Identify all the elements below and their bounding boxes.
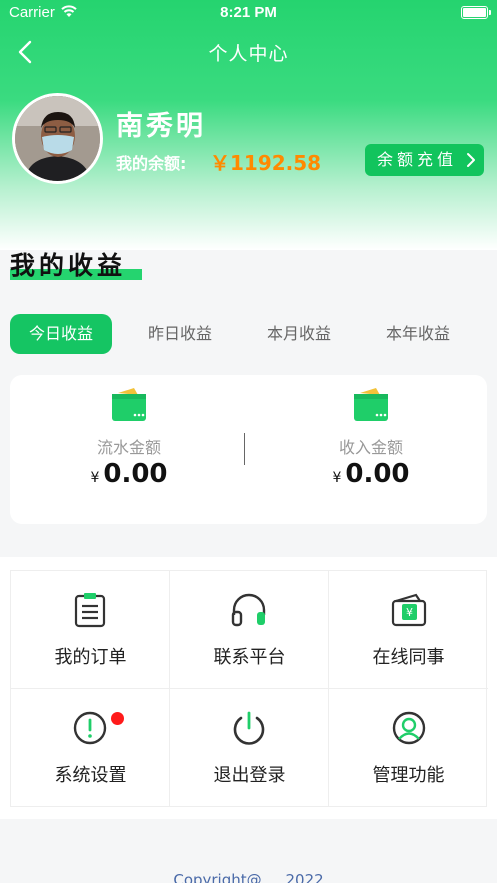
earnings-item-flow: 流水金额 ¥0.00 [10,375,248,524]
function-menu: 我的订单 联系平台 ¥ 在线同事 系统设置 退出登录 管理功能 [0,557,497,819]
wallet-yen-icon: ¥ [391,593,426,627]
alert-icon [73,711,107,745]
tab-today[interactable]: 今日收益 [10,314,112,354]
flow-amount-value: ¥0.00 [90,459,168,489]
tab-this-year[interactable]: 本年收益 [367,314,469,354]
page-title: 个人中心 [208,43,289,65]
clock: 8:21 PM [220,4,277,21]
menu-item-system-settings[interactable]: 系统设置 [11,689,170,807]
balance-value: ￥1192.58 [210,151,322,175]
menu-item-label: 在线同事 [372,647,445,668]
wallet-icon [354,388,388,421]
earnings-item-income: 收入金额 ¥0.00 [252,375,490,524]
svg-text:¥: ¥ [406,606,413,619]
wallet-icon [112,388,146,421]
copyright-footer: Copyright@ ... 2022 [173,871,324,883]
avatar-photo-icon [15,96,100,181]
clipboard-icon [74,593,106,628]
menu-item-label: 联系平台 [213,647,286,668]
menu-item-online-colleagues[interactable]: ¥ 在线同事 [329,571,488,689]
headset-icon [231,593,266,627]
tab-yesterday[interactable]: 昨日收益 [129,314,231,354]
nav-bar: 个人中心 [0,30,497,74]
menu-item-label: 退出登录 [213,765,286,786]
power-icon [233,711,265,745]
menu-item-label: 我的订单 [54,647,127,668]
earnings-card: 流水金额 ¥0.00 收入金额 ¥0.00 [10,375,487,524]
menu-grid: 我的订单 联系平台 ¥ 在线同事 系统设置 退出登录 管理功能 [10,570,488,807]
divider [244,433,245,465]
recharge-label: 余额充值 [377,150,458,169]
user-icon [392,711,425,745]
battery-icon [461,6,491,19]
notification-badge [111,712,124,725]
menu-item-admin-functions[interactable]: 管理功能 [329,689,488,807]
status-bar: Carrier 8:21 PM [0,0,497,26]
balance-label: 我的余额: [116,154,187,173]
earnings-section-title: 我的收益 [10,246,142,282]
recharge-button[interactable]: 余额充值 [365,144,484,176]
tab-this-month[interactable]: 本月收益 [248,314,350,354]
income-amount-value: ¥0.00 [332,459,410,489]
chevron-right-icon [467,153,475,167]
avatar[interactable] [12,93,103,184]
user-name: 南秀明 [116,111,206,142]
menu-item-orders[interactable]: 我的订单 [11,571,170,689]
earnings-tabs: 今日收益 昨日收益 本月收益 本年收益 [10,314,487,356]
menu-item-label: 管理功能 [372,765,445,786]
flow-amount-label: 流水金额 [96,438,161,457]
menu-item-label: 系统设置 [54,765,127,786]
menu-item-logout[interactable]: 退出登录 [170,689,329,807]
income-amount-label: 收入金额 [338,438,403,457]
menu-item-contact-platform[interactable]: 联系平台 [170,571,329,689]
